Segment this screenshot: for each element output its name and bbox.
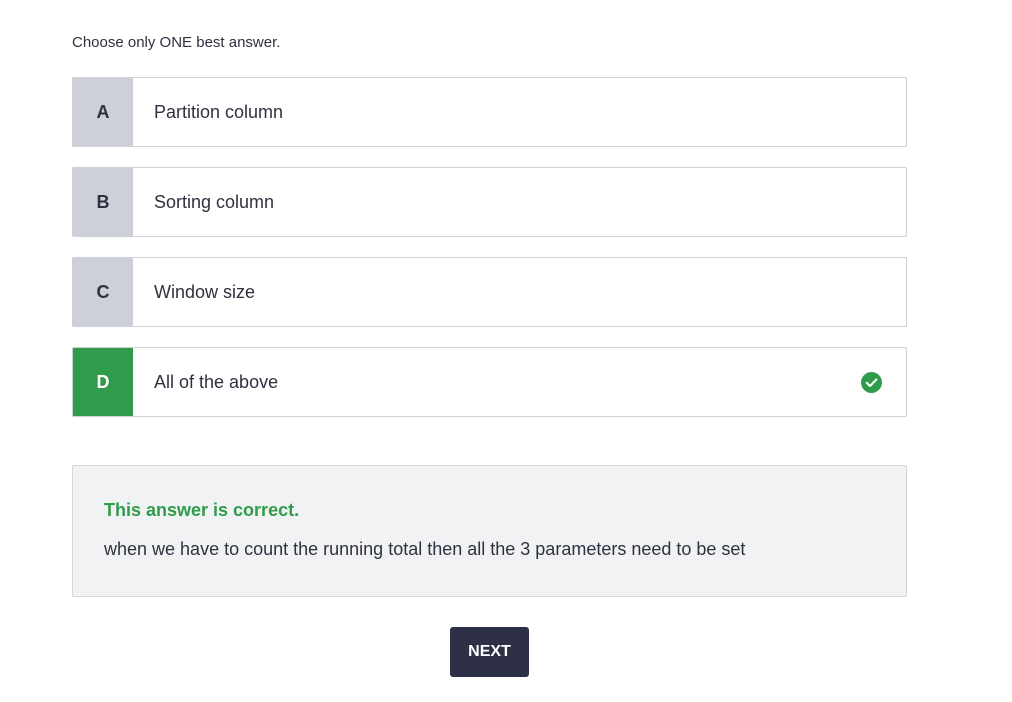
option-text-c: Window size [154,281,256,302]
answer-option-d[interactable]: D All of the above [72,347,907,417]
feedback-explanation: when we have to count the running total … [104,539,746,559]
check-circle-icon [861,372,882,393]
option-letter-b: B [73,168,133,236]
answer-option-b[interactable]: B Sorting column [72,167,907,237]
option-text-b: Sorting column [154,191,275,212]
quiz-question-page: Choose only ONE best answer. A Partition… [0,0,1012,702]
option-letter-a: A [73,78,133,146]
answer-feedback-panel: This answer is correct. when we have to … [72,465,907,597]
option-letter-c: C [73,258,133,326]
instruction-text: Choose only ONE best answer. [72,34,281,51]
answer-options-list: A Partition column B Sorting column C Wi… [72,77,907,437]
option-text-a: Partition column [154,101,284,122]
answer-option-c[interactable]: C Window size [72,257,907,327]
option-letter-d: D [73,348,133,416]
next-button[interactable]: NEXT [450,627,529,677]
answer-option-a[interactable]: A Partition column [72,77,907,147]
option-text-d: All of the above [154,371,279,392]
feedback-title: This answer is correct. [104,500,300,520]
